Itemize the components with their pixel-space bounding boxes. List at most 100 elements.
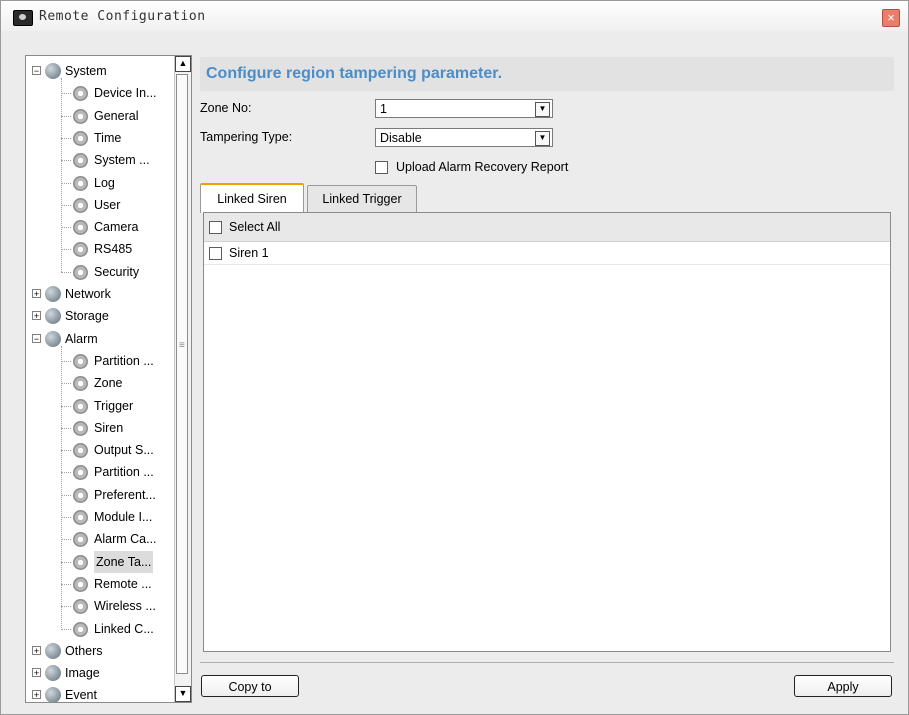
close-icon: ×	[887, 10, 895, 25]
apply-button[interactable]: Apply	[794, 675, 892, 697]
tree-item[interactable]: Camera	[26, 216, 174, 238]
tree-item[interactable]: Remote ...	[26, 573, 174, 595]
chevron-down-icon[interactable]: ▼	[535, 131, 550, 146]
tree-label: Device In...	[94, 86, 157, 101]
section-banner: Configure region tampering parameter.	[200, 57, 894, 91]
tree-group-image[interactable]: + Image	[26, 662, 174, 684]
gear-icon	[73, 197, 88, 213]
expand-icon[interactable]: +	[32, 311, 41, 321]
globe-icon	[45, 63, 61, 79]
expand-icon[interactable]: +	[32, 645, 41, 655]
tree-item[interactable]: Partition ...	[26, 461, 174, 483]
gear-icon	[73, 353, 88, 369]
tree-item[interactable]: RS485	[26, 238, 174, 260]
tree-connector	[61, 606, 71, 608]
gear-icon	[73, 108, 88, 124]
gear-icon	[73, 242, 88, 258]
collapse-icon[interactable]: −	[32, 66, 41, 76]
tree-connector	[61, 472, 71, 474]
arrow-down-icon: ▼	[178, 688, 188, 698]
gear-icon	[73, 532, 88, 548]
tree-label: User	[94, 197, 121, 212]
tree-item[interactable]: User	[26, 194, 174, 216]
tree-label: Remote ...	[94, 576, 152, 591]
gear-icon	[73, 599, 88, 615]
scroll-up-button[interactable]: ▲	[175, 56, 191, 72]
tab-linked-siren[interactable]: Linked Siren	[200, 183, 304, 213]
tree-item[interactable]: Output S...	[26, 439, 174, 461]
gear-icon	[73, 554, 88, 570]
tree-item[interactable]: General	[26, 105, 174, 127]
scroll-thumb[interactable]	[176, 74, 188, 674]
gear-icon	[73, 487, 88, 503]
tree-connector	[61, 405, 71, 407]
tree-connector	[61, 561, 71, 563]
gear-icon	[73, 465, 88, 481]
tree-label: Security	[94, 264, 140, 279]
tab-linked-trigger[interactable]: Linked Trigger	[307, 185, 417, 212]
zone-no-select[interactable]: 1 ▼	[375, 99, 553, 118]
title-bar: Remote Configuration ×	[1, 1, 908, 31]
zone-no-label: Zone No:	[200, 101, 252, 115]
footer-divider	[200, 662, 894, 663]
tree-label: Event	[65, 688, 97, 703]
tree-label: Siren	[94, 420, 124, 435]
tree-item[interactable]: Log	[26, 172, 174, 194]
tree-item[interactable]: Linked C...	[26, 618, 174, 640]
tree-label: Wireless ...	[94, 599, 156, 614]
expand-icon[interactable]: +	[32, 289, 41, 299]
gear-icon	[73, 420, 88, 436]
scroll-down-button[interactable]: ▼	[175, 686, 191, 702]
tree-group-system[interactable]: − System	[26, 60, 174, 82]
tree-connector	[61, 360, 71, 362]
upload-recovery-report-label: Upload Alarm Recovery Report	[396, 160, 569, 174]
select-all-checkbox[interactable]	[209, 221, 222, 234]
tree-item[interactable]: Siren	[26, 417, 174, 439]
tree-item[interactable]: Zone Ta...	[26, 550, 174, 573]
tree-connector	[61, 628, 71, 630]
config-tree: ▲ ▼ − System Device In... General Time System…	[25, 55, 192, 703]
list-item[interactable]: Siren 1	[204, 242, 890, 265]
tree-scrollbar[interactable]: ▲ ▼	[174, 56, 191, 702]
tree-item[interactable]: Device In...	[26, 82, 174, 104]
tampering-type-select[interactable]: Disable ▼	[375, 128, 553, 147]
copy-to-button[interactable]: Copy to	[201, 675, 299, 697]
remote-configuration-window: Remote Configuration × ▲ ▼ − System Device…	[0, 0, 909, 715]
upload-recovery-report-checkbox[interactable]	[375, 161, 388, 174]
tree-connector	[61, 227, 71, 229]
tree-item[interactable]: Zone	[26, 372, 174, 394]
tree-item[interactable]: Security	[26, 261, 174, 283]
collapse-icon[interactable]: −	[32, 333, 41, 343]
tree-item[interactable]: Preferent...	[26, 484, 174, 506]
tree-item[interactable]: Partition ...	[26, 350, 174, 372]
tree-group-event[interactable]: + Event	[26, 684, 174, 703]
tree-connector	[61, 539, 71, 541]
window-title: Remote Configuration	[39, 9, 206, 24]
expand-icon[interactable]: +	[32, 690, 41, 700]
expand-icon[interactable]: +	[32, 668, 41, 678]
tree-group-storage[interactable]: + Storage	[26, 305, 174, 327]
tree-group-others[interactable]: + Others	[26, 640, 174, 662]
tree-group-alarm[interactable]: − Alarm	[26, 328, 174, 350]
tree-item[interactable]: Time	[26, 127, 174, 149]
tree-connector	[61, 115, 71, 117]
tree-connector	[61, 450, 71, 452]
tree-item[interactable]: Alarm Ca...	[26, 528, 174, 550]
tree-connector	[61, 182, 71, 184]
tree-item[interactable]: Wireless ...	[26, 595, 174, 617]
gear-icon	[73, 398, 88, 414]
gear-icon	[73, 621, 88, 637]
tree-label: General	[94, 108, 139, 123]
close-button[interactable]: ×	[882, 9, 900, 27]
tree-label: Alarm	[65, 331, 98, 346]
siren-1-checkbox[interactable]	[209, 247, 222, 260]
tree-item[interactable]: Trigger	[26, 395, 174, 417]
tree-group-network[interactable]: + Network	[26, 283, 174, 305]
tree-connector	[61, 93, 71, 95]
camera-app-icon	[13, 10, 33, 26]
tree-item[interactable]: System ...	[26, 149, 174, 171]
chevron-down-icon[interactable]: ▼	[535, 102, 550, 117]
tree-label: Zone Ta...	[94, 550, 154, 573]
tree-item[interactable]: Module I...	[26, 506, 174, 528]
globe-icon	[45, 286, 61, 302]
